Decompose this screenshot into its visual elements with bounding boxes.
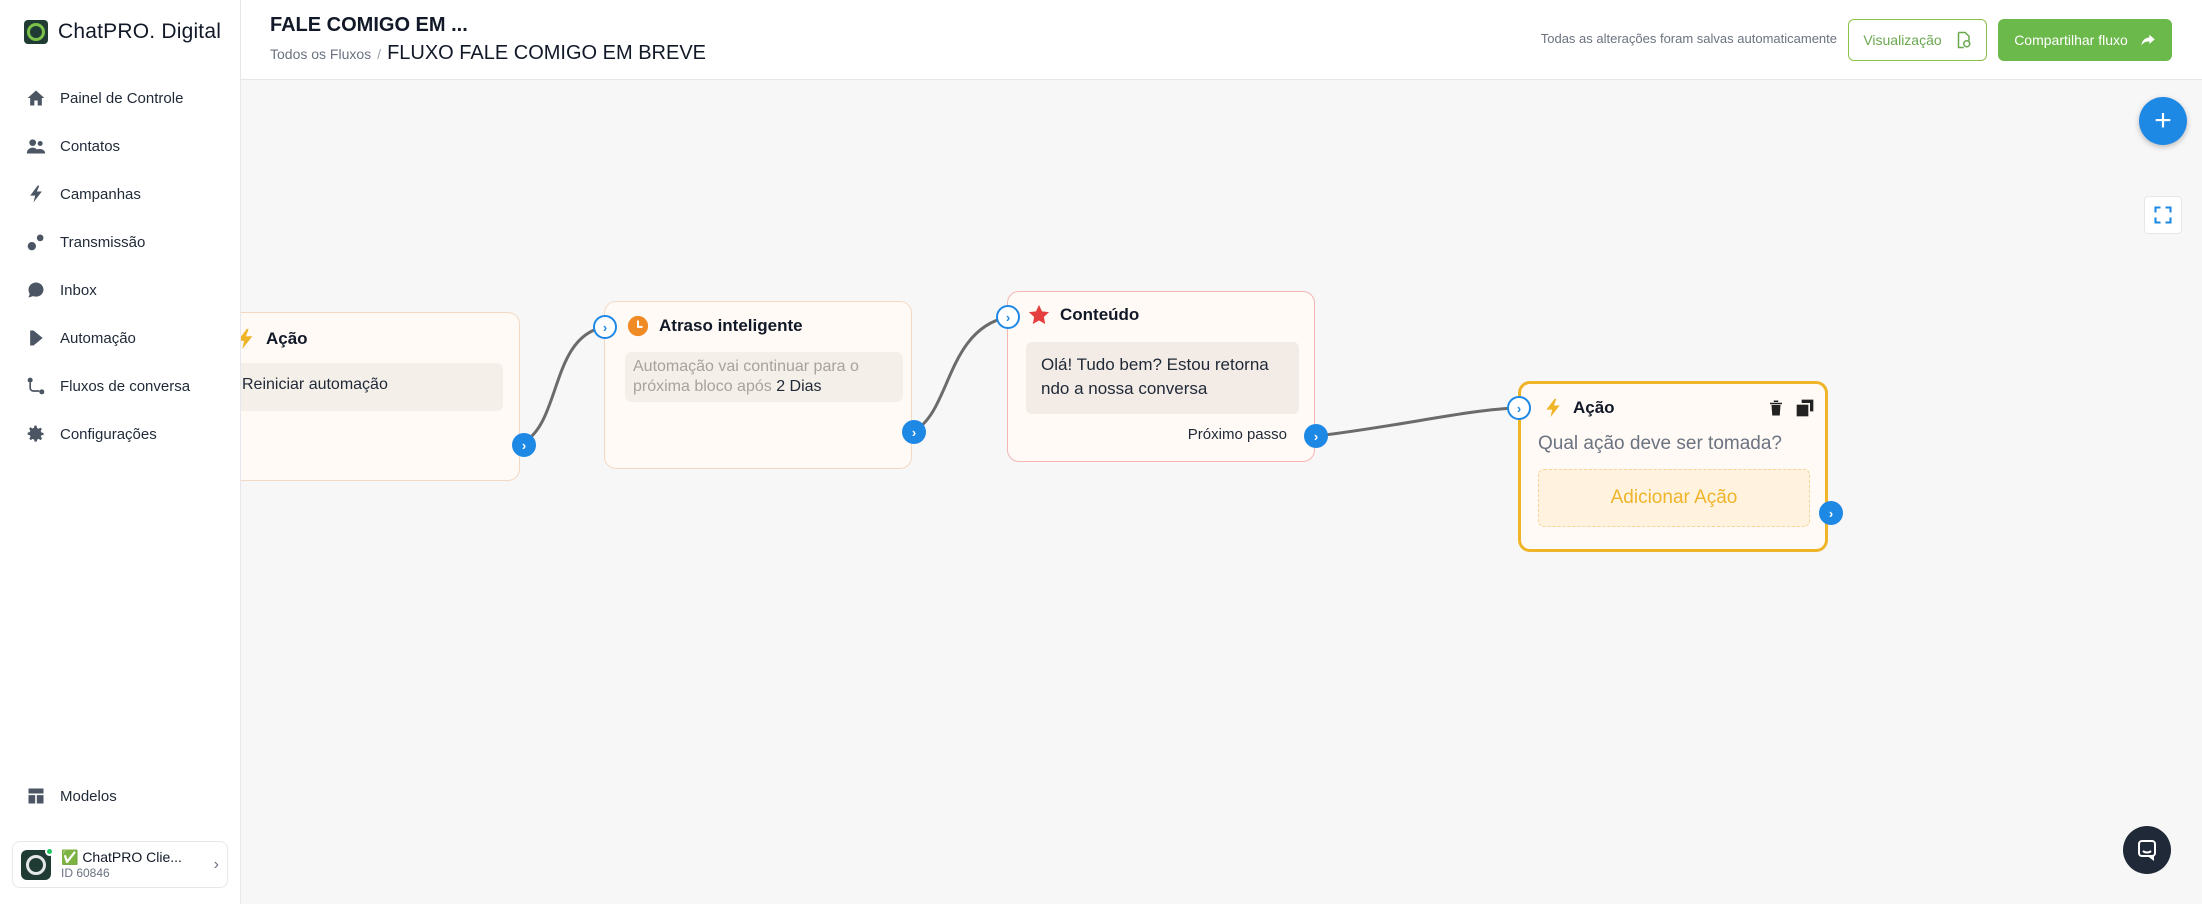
output-port[interactable]: › (1304, 424, 1328, 448)
sidebar-item-label: Configurações (60, 425, 157, 443)
account-name: ✅ ChatPRO Clie... (61, 848, 182, 865)
sidebar-item-transmissao[interactable]: Transmissão (0, 218, 240, 266)
sidebar-item-label: Inbox (60, 281, 97, 299)
node-title: Ação (266, 329, 308, 348)
share-flow-button[interactable]: Compartilhar fluxo (1998, 19, 2172, 61)
bolt-icon (241, 328, 253, 350)
action-item[interactable]: Reiniciar automação (241, 363, 503, 411)
brand[interactable]: ChatPRO. Digital (24, 20, 221, 44)
share-icon (2141, 34, 2155, 46)
breadcrumb-separator: / (377, 46, 382, 62)
output-port[interactable]: › (512, 433, 536, 457)
chat-icon (2138, 840, 2156, 861)
input-port[interactable]: › (1507, 396, 1531, 420)
edge-delay-to-content (913, 315, 1008, 433)
broadcast-icon (27, 234, 44, 251)
sidebar-item-configuracoes[interactable]: Configurações (0, 410, 240, 458)
node-title: Atraso inteligente (659, 316, 803, 335)
sidebar-item-automacao[interactable]: Automação (0, 314, 240, 362)
sidebar-item-fluxos[interactable]: Fluxos de conversa (0, 362, 240, 410)
input-port[interactable]: › (996, 305, 1020, 329)
next-step-label: Próximo passo (1187, 426, 1287, 443)
sidebar-nav: Painel de Controle Contatos Campanhas Tr… (0, 74, 240, 458)
add-node-button[interactable]: + (2139, 97, 2187, 145)
online-status-dot (45, 846, 54, 856)
sidebar-item-label: Contatos (60, 137, 121, 155)
bolt-icon (30, 185, 42, 203)
account-id: ID 60846 (61, 865, 110, 880)
add-action-button[interactable]: Adicionar Ação (1538, 469, 1810, 527)
sidebar-item-contatos[interactable]: Contatos (0, 122, 240, 170)
input-port[interactable]: › (593, 315, 617, 339)
sidebar: ChatPRO. Digital Painel de Controle Cont… (0, 0, 241, 904)
smart-delay-node[interactable]: › Atraso inteligente Automação vai conti… (593, 301, 926, 469)
clock-icon (627, 315, 649, 337)
add-action-label: Adicionar Ação (1610, 487, 1738, 508)
preview-button[interactable]: Visualização (1848, 19, 1987, 61)
node-title: Conteúdo (1060, 305, 1140, 324)
page-title: FALE COMIGO EM ... (270, 14, 468, 36)
home-icon (27, 90, 45, 106)
star-icon (1028, 304, 1050, 324)
sidebar-item-label: Transmissão (60, 233, 146, 251)
delay-value: 2 Dias (776, 378, 822, 395)
action-question: Qual ação deve ser tomada? (1538, 433, 1782, 454)
output-port[interactable]: › (1819, 501, 1843, 525)
expand-icon (2154, 206, 2172, 224)
sidebar-item-label: Modelos (60, 787, 117, 805)
sidebar-item-inbox[interactable]: Inbox (0, 266, 240, 314)
output-port[interactable]: › (902, 420, 926, 444)
save-status: Todas as alterações foram salvas automat… (1540, 31, 1837, 46)
edge-action-to-delay (523, 325, 605, 444)
support-chat-button[interactable] (2123, 826, 2171, 874)
users-icon (26, 139, 46, 154)
top-header: FALE COMIGO EM ... Todos os Fluxos / FLU… (241, 0, 2202, 80)
sidebar-bottom: Modelos (0, 772, 240, 820)
breadcrumb: Todos os Fluxos / FLUXO FALE COMIGO EM B… (270, 42, 706, 65)
action-node-selected[interactable]: › Ação Qual ação deve ser tomada? Adicio… (1507, 381, 1843, 552)
delay-description: Automação vai continuar para o próxima b… (625, 352, 903, 402)
sidebar-item-label: Painel de Controle (60, 89, 184, 107)
breadcrumb-root-link[interactable]: Todos os Fluxos (270, 46, 371, 62)
chevron-right-icon: › (213, 855, 219, 873)
action-node-restart[interactable]: Ação Reiniciar automação › (241, 312, 536, 481)
trash-icon[interactable] (1767, 398, 1785, 418)
edge-content-to-action (1316, 406, 1519, 438)
gear-icon (27, 425, 44, 442)
sidebar-item-painel[interactable]: Painel de Controle (0, 74, 240, 122)
flow-name[interactable]: FLUXO FALE COMIGO EM BREVE (387, 42, 706, 65)
account-switcher[interactable]: ✅ ChatPRO Clie... ID 60846 › (12, 841, 228, 888)
chat-icon (28, 282, 44, 298)
brand-name: ChatPRO. Digital (58, 20, 222, 43)
fit-view-button[interactable] (2144, 196, 2182, 234)
brand-logo-icon (24, 20, 48, 44)
preview-button-label: Visualização (1863, 32, 1942, 48)
action-item-label: Reiniciar automação (242, 376, 388, 393)
grid-icon (28, 788, 44, 804)
message-bubble[interactable]: Olá! Tudo bem? Estou retorna ndo a nossa… (1026, 342, 1299, 414)
sidebar-item-label: Automação (60, 329, 136, 347)
delay-text: Automação vai continuar para o próxima b… (633, 358, 859, 395)
preview-icon (1957, 31, 1971, 49)
flow-icon (27, 377, 45, 395)
flow-canvas[interactable]: Ação Reiniciar automação › › Atraso inte… (241, 81, 2202, 904)
message-text: Olá! Tudo bem? Estou retorna ndo a nossa… (1041, 355, 1269, 398)
play-icon (30, 330, 43, 346)
node-title: Ação (1573, 398, 1615, 417)
content-node[interactable]: › Conteúdo Olá! Tudo bem? Estou retorna … (996, 291, 1328, 462)
duplicate-icon[interactable] (1795, 398, 1815, 418)
sidebar-item-campanhas[interactable]: Campanhas (0, 170, 240, 218)
sidebar-item-modelos[interactable]: Modelos (0, 772, 240, 820)
bolt-icon (1546, 398, 1560, 418)
share-button-label: Compartilhar fluxo (2014, 32, 2128, 48)
sidebar-item-label: Campanhas (60, 185, 141, 203)
sidebar-item-label: Fluxos de conversa (60, 377, 191, 395)
avatar (21, 846, 54, 880)
flow-edges (523, 315, 1519, 444)
